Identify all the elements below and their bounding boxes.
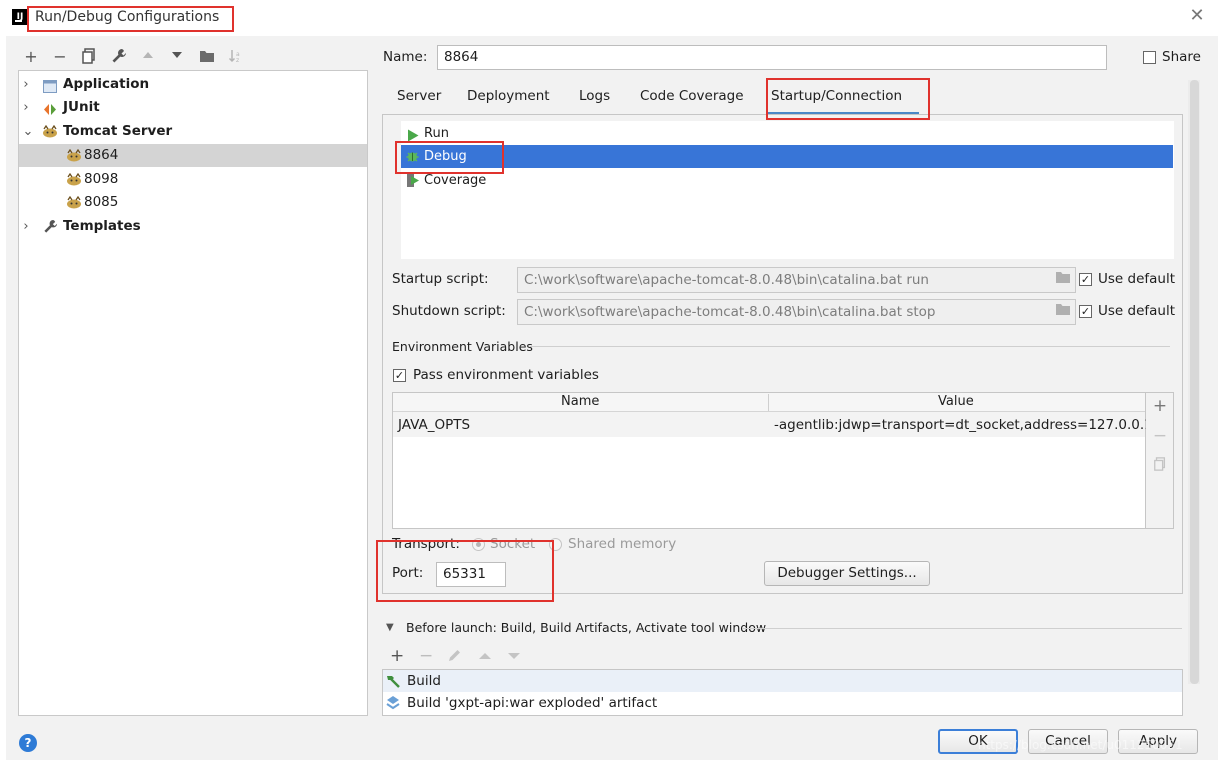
copy-icon[interactable] (1150, 456, 1170, 476)
copy-icon[interactable] (80, 48, 98, 66)
mode-item-run[interactable]: Run (401, 122, 1173, 145)
wrench-icon (43, 219, 58, 242)
remove-icon[interactable]: − (1150, 426, 1170, 446)
section-divider (530, 346, 1170, 347)
intellij-logo-icon: IJ (12, 9, 28, 25)
tree-item-label: Templates (63, 218, 141, 234)
tree-item-templates[interactable]: › Templates (19, 215, 367, 238)
tree-item-label: JUnit (63, 99, 100, 115)
mode-label: Debug (424, 149, 467, 164)
window-title: Run/Debug Configurations (35, 9, 220, 25)
env-row-name: JAVA_OPTS (398, 417, 471, 433)
tab-startup-connection[interactable]: Startup/Connection (771, 88, 902, 104)
transport-shared-memory-label: Shared memory (568, 536, 677, 552)
tree-item-8098[interactable]: 8098 (19, 168, 367, 191)
share-label: Share (1162, 49, 1201, 65)
sort-icon[interactable]: az (227, 48, 245, 66)
transport-socket-radio[interactable] (472, 538, 485, 551)
arrow-down-icon[interactable] (168, 48, 186, 66)
tree-item-application[interactable]: › Application (19, 73, 367, 96)
tree-item-label: 8864 (84, 147, 119, 163)
folder-icon[interactable] (198, 48, 216, 66)
tab-server[interactable]: Server (397, 88, 441, 104)
svg-text:z: z (236, 57, 239, 64)
transport-label: Transport: (392, 536, 460, 552)
window-edge (0, 36, 6, 760)
startup-use-default-checkbox[interactable]: ✓ (1079, 273, 1092, 286)
list-item[interactable] (383, 670, 1182, 692)
folder-open-icon[interactable] (1052, 300, 1074, 324)
name-label: Name: (383, 49, 428, 65)
pass-env-checkbox[interactable]: ✓ (393, 369, 406, 382)
tree-item-label: 8098 (84, 171, 119, 187)
arrow-up-icon[interactable] (478, 650, 492, 666)
debugger-settings-button[interactable]: Debugger Settings... (764, 561, 930, 586)
hammer-icon (385, 673, 401, 693)
tree-item-label: Application (63, 76, 150, 92)
window-bottom-strip (0, 760, 1218, 766)
scrollbar-thumb[interactable] (1190, 80, 1199, 684)
env-table-header (393, 393, 1145, 412)
add-icon[interactable]: + (390, 646, 404, 666)
column-header-name[interactable]: Name (561, 394, 599, 409)
column-divider[interactable] (768, 394, 769, 411)
mode-item-debug[interactable]: Debug (401, 145, 1173, 168)
shutdown-script-label: Shutdown script: (392, 303, 506, 319)
column-header-value[interactable]: Value (938, 394, 974, 409)
tab-logs[interactable]: Logs (579, 88, 610, 104)
tree-item-junit[interactable]: › JUnit (19, 96, 367, 119)
minus-icon[interactable]: − (51, 48, 69, 66)
tab-code-coverage[interactable]: Code Coverage (640, 88, 744, 104)
transport-shared-memory-radio[interactable] (549, 538, 562, 551)
folder-open-icon[interactable] (1052, 268, 1074, 292)
startup-script-input[interactable]: C:\work\software\apache-tomcat-8.0.48\bi… (517, 267, 1076, 293)
chevron-down-icon[interactable]: ▼ (386, 622, 394, 633)
chevron-right-icon[interactable]: › (19, 96, 33, 119)
wrench-icon[interactable] (110, 48, 128, 66)
remove-icon[interactable]: − (419, 646, 433, 666)
close-icon[interactable]: ✕ (1186, 5, 1208, 27)
use-default-label: Use default (1098, 303, 1176, 319)
mode-label: Run (424, 126, 449, 141)
list-item-label: Build 'gxpt-api:war exploded' artifact (407, 695, 658, 711)
pass-env-label: Pass environment variables (413, 367, 599, 383)
chevron-right-icon[interactable]: › (19, 73, 33, 96)
startup-script-label: Startup script: (392, 271, 489, 287)
plus-icon[interactable]: + (22, 48, 40, 66)
env-row-value: -agentlib:jdwp=transport=dt_socket,addre… (774, 417, 1146, 433)
before-launch-title[interactable]: Before launch: Build, Build Artifacts, A… (406, 620, 766, 635)
config-tree[interactable]: › Application › JUnit ⌄ Tomcat Server 88… (18, 70, 368, 716)
tree-item-label: 8085 (84, 194, 119, 210)
mode-label: Coverage (424, 173, 487, 188)
artifact-icon (385, 695, 401, 715)
shutdown-use-default-checkbox[interactable]: ✓ (1079, 305, 1092, 318)
port-label: Port: (392, 565, 424, 581)
edit-icon[interactable] (447, 648, 462, 667)
watermark: https://blog.csdn.net/u011250051 (978, 738, 1183, 752)
arrow-up-icon[interactable] (139, 48, 157, 66)
use-default-label: Use default (1098, 271, 1176, 287)
share-checkbox[interactable] (1143, 51, 1156, 64)
tab-deployment[interactable]: Deployment (467, 88, 550, 104)
tree-item-tomcat-server[interactable]: ⌄ Tomcat Server (19, 120, 367, 143)
env-section-title: Environment Variables (392, 339, 533, 354)
list-item-label: Build (407, 673, 441, 689)
arrow-down-icon[interactable] (507, 650, 521, 666)
transport-socket-label: Socket (490, 536, 536, 552)
tree-item-label: Tomcat Server (63, 123, 173, 139)
add-icon[interactable]: + (1150, 396, 1170, 416)
chevron-right-icon[interactable]: › (19, 215, 33, 238)
chevron-down-icon[interactable]: ⌄ (21, 120, 35, 143)
mode-item-coverage[interactable]: Coverage (401, 169, 1173, 192)
tree-item-8085[interactable]: 8085 (19, 191, 367, 214)
help-icon[interactable]: ? (19, 734, 37, 752)
tree-item-8864[interactable]: 8864 (19, 144, 367, 167)
section-divider (742, 628, 1182, 629)
coverage-icon (405, 173, 420, 196)
name-input[interactable]: 8864 (437, 45, 1107, 70)
port-input[interactable]: 65331 (436, 562, 506, 587)
shutdown-script-input[interactable]: C:\work\software\apache-tomcat-8.0.48\bi… (517, 299, 1076, 325)
